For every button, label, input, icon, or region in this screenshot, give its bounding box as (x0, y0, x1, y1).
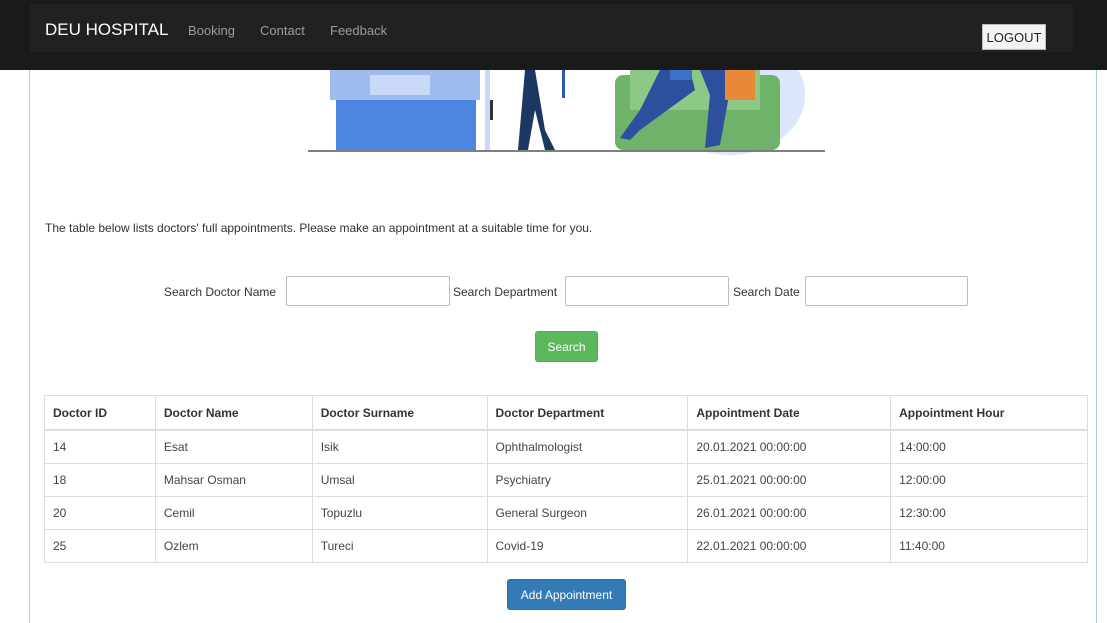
add-appointment-button[interactable]: Add Appointment (507, 579, 626, 610)
search-date-label: Search Date (733, 285, 800, 299)
cell-doctor-id: 14 (44, 429, 156, 464)
search-doctor-name-input[interactable] (286, 276, 450, 306)
intro-text: The table below lists doctors' full appo… (45, 221, 593, 235)
header-doctor-id: Doctor ID (44, 395, 156, 431)
cell-doctor-surname: Umsal (311, 463, 488, 497)
cell-appointment-hour: 12:00:00 (890, 463, 1088, 497)
header-appointment-date: Appointment Date (687, 395, 892, 431)
search-department-label: Search Department (453, 285, 558, 299)
cell-doctor-department: General Surgeon (486, 496, 689, 530)
cell-appointment-date: 26.01.2021 00:00:00 (687, 496, 892, 530)
cell-doctor-name: Cemil (154, 496, 313, 530)
header-doctor-name: Doctor Name (154, 395, 313, 431)
table-header-row: Doctor ID Doctor Name Doctor Surname Doc… (44, 395, 1088, 431)
header-appointment-hour: Appointment Hour (890, 395, 1088, 431)
logout-button[interactable]: LOGOUT (982, 24, 1046, 50)
cell-appointment-hour: 11:40:00 (890, 529, 1088, 563)
cell-doctor-surname: Topuzlu (311, 496, 488, 530)
table-row: 14 Esat Isik Ophthalmologist 20.01.2021 … (44, 429, 1088, 464)
appointments-table: Doctor ID Doctor Name Doctor Surname Doc… (44, 395, 1088, 563)
table-row: 18 Mahsar Osman Umsal Psychiatry 25.01.2… (44, 463, 1088, 497)
top-bar: DEU HOSPITAL Booking Contact Feedback LO… (0, 0, 1107, 70)
table-row: 20 Cemil Topuzlu General Surgeon 26.01.2… (44, 496, 1088, 530)
brand-logo[interactable]: DEU HOSPITAL (45, 20, 168, 40)
cell-appointment-date: 22.01.2021 00:00:00 (687, 529, 892, 563)
cell-doctor-name: Esat (154, 429, 313, 464)
cell-doctor-id: 18 (44, 463, 156, 497)
search-button[interactable]: Search (535, 331, 598, 362)
navbar: DEU HOSPITAL Booking Contact Feedback LO… (30, 4, 1073, 52)
search-doctor-name-label: Search Doctor Name (164, 285, 277, 299)
cell-doctor-surname: Tureci (311, 529, 488, 563)
hospital-illustration (308, 70, 825, 155)
cell-doctor-id: 25 (44, 529, 156, 563)
cell-appointment-date: 25.01.2021 00:00:00 (687, 463, 892, 497)
nav-link-feedback[interactable]: Feedback (330, 23, 387, 38)
nav-link-booking[interactable]: Booking (188, 23, 235, 38)
cell-doctor-department: Ophthalmologist (486, 429, 689, 464)
cell-doctor-name: Mahsar Osman (154, 463, 313, 497)
nav-link-contact[interactable]: Contact (260, 23, 305, 38)
cell-doctor-id: 20 (44, 496, 156, 530)
cell-doctor-department: Covid-19 (486, 529, 689, 563)
cell-appointment-hour: 14:00:00 (890, 429, 1088, 464)
table-row: 25 Ozlem Tureci Covid-19 22.01.2021 00:0… (44, 529, 1088, 563)
search-department-input[interactable] (565, 276, 729, 306)
cell-doctor-name: Ozlem (154, 529, 313, 563)
cell-appointment-date: 20.01.2021 00:00:00 (687, 429, 892, 464)
cell-doctor-department: Psychiatry (486, 463, 689, 497)
cell-doctor-surname: Isik (311, 429, 488, 464)
header-doctor-department: Doctor Department (486, 395, 689, 431)
header-doctor-surname: Doctor Surname (311, 395, 488, 431)
cell-appointment-hour: 12:30:00 (890, 496, 1088, 530)
search-date-input[interactable] (805, 276, 968, 306)
